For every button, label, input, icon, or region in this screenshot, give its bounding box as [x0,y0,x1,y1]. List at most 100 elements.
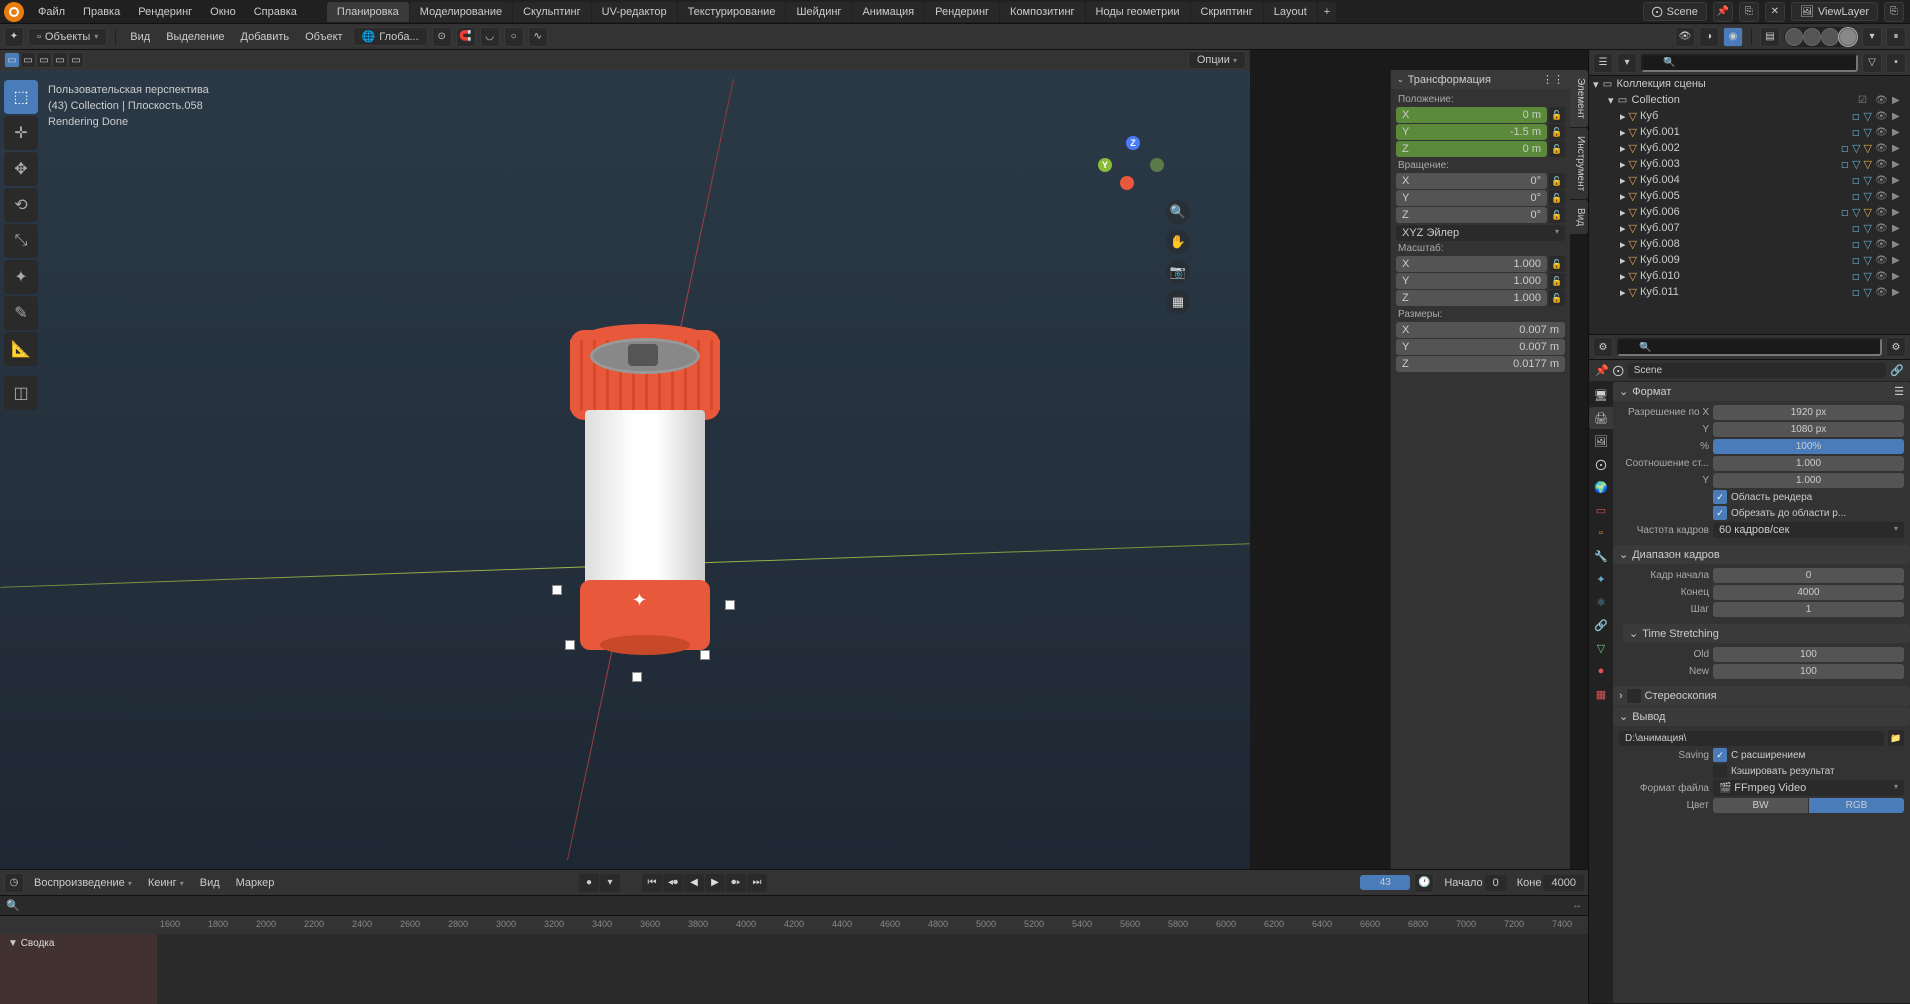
prev-keyframe-icon[interactable]: ◂⏺ [663,874,683,892]
scale-z-field[interactable]: Z1.000 [1396,290,1547,306]
outliner-tree[interactable]: ▾▭Коллекция сцены ▾▭Collection☑👁▶ ▸▽Куб◇… [1589,76,1910,334]
cursor-tool[interactable]: ✛ [4,116,38,150]
select-mode-4-icon[interactable]: ▭ [52,52,68,68]
search-icon[interactable]: 🔍 [6,899,20,912]
axis-x-ball[interactable] [1120,176,1134,190]
rotation-x-field[interactable]: X0° [1396,173,1547,189]
jump-end-icon[interactable]: ⏭ [747,874,767,892]
props-tab-material[interactable]: ● [1589,660,1613,682]
res-pct-field[interactable]: 100% [1713,439,1904,454]
browse-folder-icon[interactable]: 📁 [1888,730,1904,746]
pivot-icon[interactable]: ⊙ [432,27,452,47]
move-tool[interactable]: ✥ [4,152,38,186]
format-panel-header[interactable]: ⌄Формат☰ [1613,382,1910,401]
scene-selector[interactable]: ⨀ Scene [1643,2,1707,21]
workspace-tab-texturing[interactable]: Текстурирование [678,2,786,22]
shading-solid-icon[interactable] [1803,28,1821,46]
color-bw-button[interactable]: BW [1713,798,1809,813]
stereo-panel-header[interactable]: ›Стереоскопия [1613,686,1910,706]
options-dropdown[interactable]: Опции ▾ [1188,51,1246,69]
new-viewlayer-icon[interactable]: ⎘ [1884,2,1904,22]
aspect-y-field[interactable]: 1.000 [1713,473,1904,488]
header-view[interactable]: Вид [124,31,156,43]
timeline-tracks[interactable]: Сводка [0,934,1588,1004]
framerange-panel-header[interactable]: ⌄Диапазон кадров [1613,545,1910,564]
location-x-field[interactable]: X0 m [1396,107,1547,123]
tree-collection[interactable]: ▾▭Collection☑👁▶ [1589,92,1910,108]
properties-options-icon[interactable]: ⚙ [1886,337,1906,357]
select-mode-3-icon[interactable]: ▭ [36,52,52,68]
workspace-tab-modeling[interactable]: Моделирование [410,2,512,22]
frame-step-field[interactable]: 1 [1713,602,1904,617]
scale-y-field[interactable]: Y1.000 [1396,273,1547,289]
properties-body[interactable]: ⌄Формат☰ Разрешение по X1920 px Y1080 px… [1613,382,1910,1003]
timeline-view-menu[interactable]: Вид [194,877,226,889]
rotation-y-field[interactable]: Y0° [1396,190,1547,206]
workspace-tab-layout[interactable]: Планировка [327,2,409,22]
current-frame-field[interactable]: 43 [1360,875,1410,890]
props-tab-viewlayer[interactable]: 🖼 [1589,430,1613,452]
scene-name-field[interactable]: Scene [1628,363,1887,378]
outliner-filter-icon[interactable]: ▽ [1862,53,1882,73]
npanel-tab-item[interactable]: Элемент [1570,70,1588,127]
tree-item[interactable]: ▸▽Куб.005◇▽👁▶ [1589,188,1910,204]
workspace-tab-geonodes[interactable]: Ноды геометрии [1086,2,1190,22]
props-tab-physics[interactable]: ⚛ [1589,591,1613,613]
props-tab-constraints[interactable]: 🔗 [1589,614,1613,636]
transform-panel-header[interactable]: ⌄Трансформация⋮⋮ [1391,70,1570,89]
res-y-field[interactable]: 1080 px [1713,422,1904,437]
shading-rendered-icon[interactable] [1839,28,1857,46]
gizmo-toggle-icon[interactable]: ◑ [1699,27,1719,47]
zoom-icon[interactable]: 🔍 [1166,200,1190,224]
props-tab-modifiers[interactable]: 🔧 [1589,545,1613,567]
navigation-gizmo[interactable]: Z Y [1102,136,1162,196]
lock-loc-z-icon[interactable]: 🔓 [1549,141,1565,157]
props-tab-collection[interactable]: ▭ [1589,499,1613,521]
pan-icon[interactable]: ✋ [1166,230,1190,254]
frame-clock-icon[interactable]: 🕐 [1414,873,1434,893]
tree-scene-collection[interactable]: ▾▭Коллекция сцены [1589,76,1910,92]
workspace-tab-compositing[interactable]: Композитинг [1000,2,1085,22]
output-path-field[interactable]: D:\анимация\ [1619,731,1884,746]
header-add[interactable]: Добавить [235,31,296,43]
rendered-object[interactable]: ✦ [570,330,720,680]
frame-start-field[interactable]: 0 [1713,568,1904,583]
outliner-display-mode-icon[interactable]: ▾ [1617,53,1637,73]
mode-selector[interactable]: ▫ Объекты ▾ [28,28,107,46]
outliner-editor-icon[interactable]: ☰ [1593,53,1613,73]
npanel-tab-view[interactable]: Вид [1570,200,1588,234]
workspace-tab-rendering[interactable]: Рендеринг [925,2,999,22]
tree-item[interactable]: ▸▽Куб.009◇▽👁▶ [1589,252,1910,268]
props-tab-render[interactable]: 🖥 [1589,384,1613,406]
overlay-toggle-icon[interactable]: ◉ [1723,27,1743,47]
measure-tool[interactable]: 📐 [4,332,38,366]
fps-field[interactable]: 60 кадров/сек ▾ [1713,522,1904,538]
jump-start-icon[interactable]: ⏮ [642,874,662,892]
axis-neg-ball[interactable] [1150,158,1164,172]
props-tab-particles[interactable]: ✦ [1589,568,1613,590]
orientation-selector[interactable]: 🌐 Глоба... [353,27,428,46]
props-tab-output[interactable]: 🖨 [1589,407,1613,429]
delete-scene-icon[interactable]: ✕ [1765,2,1785,22]
lock-rot-z-icon[interactable]: 🔓 [1549,207,1565,223]
visibility-icon[interactable]: 👁 [1675,27,1695,47]
dim-z-field[interactable]: Z0.0177 m [1396,356,1565,372]
tree-item[interactable]: ▸▽Куб.002◇▽▽👁▶ [1589,140,1910,156]
props-tab-texture[interactable]: ▦ [1589,683,1613,705]
lock-loc-x-icon[interactable]: 🔓 [1549,107,1565,123]
tree-item[interactable]: ▸▽Куб.010◇▽👁▶ [1589,268,1910,284]
workspace-add-tab[interactable]: + [1318,2,1336,22]
tree-item[interactable]: ▸▽Куб.006◇▽▽👁▶ [1589,204,1910,220]
pause-render-icon[interactable]: ⏸ [1886,27,1906,47]
keying-menu[interactable]: Кеинг ▾ [142,877,190,889]
outliner-new-collection-icon[interactable]: • [1886,53,1906,73]
color-rgb-button[interactable]: RGB [1809,798,1904,813]
timeline-editor-icon[interactable]: ◷ [4,873,24,893]
select-mode-1-icon[interactable]: ▭ [4,52,20,68]
crop-check[interactable]: ✓ [1713,506,1727,520]
props-tab-scene[interactable]: ⨀ [1589,453,1613,475]
lock-rot-x-icon[interactable]: 🔓 [1549,173,1565,189]
scene-link-icon[interactable]: 🔗 [1890,364,1904,377]
xray-icon[interactable]: ▤ [1760,27,1780,47]
workspace-tab-shading[interactable]: Шейдинг [786,2,851,22]
